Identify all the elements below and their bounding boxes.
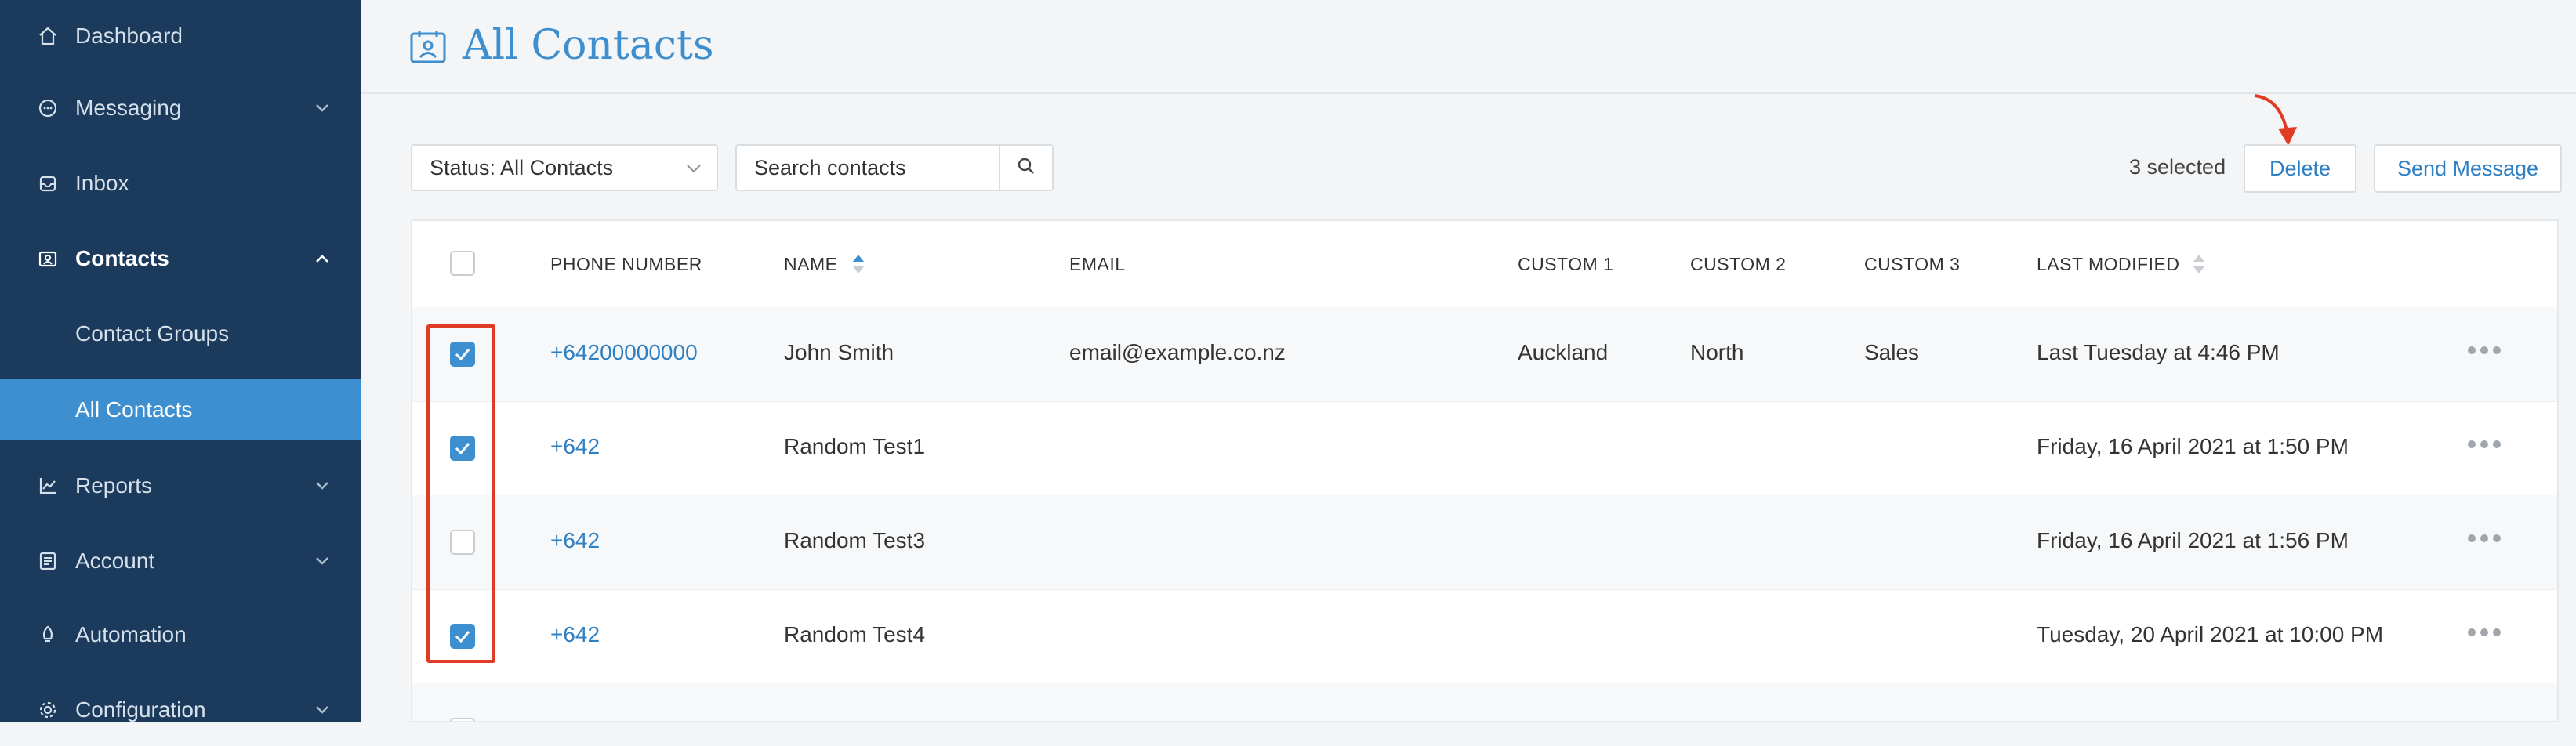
sidebar: Dashboard Messaging Inbox Contacts Conta… bbox=[0, 0, 361, 722]
table-row[interactable]: +642 Random Test3 Friday, 16 April 2021 … bbox=[412, 495, 2557, 590]
selected-count: 3 selected bbox=[2129, 155, 2226, 179]
sidebar-item-reports[interactable]: Reports bbox=[0, 450, 361, 522]
select-all-checkbox[interactable] bbox=[450, 251, 475, 276]
table-row[interactable]: +642 Random Test1 Friday, 16 April 2021 … bbox=[412, 401, 2557, 496]
sidebar-item-dashboard[interactable]: Dashboard bbox=[0, 0, 361, 72]
status-filter-value: Status: All Contacts bbox=[430, 155, 614, 179]
contact-email: email@example.co.nz bbox=[1069, 340, 1286, 364]
more-options-icon[interactable] bbox=[2468, 346, 2501, 354]
column-header-phone[interactable]: PHONE NUMBER bbox=[550, 254, 702, 275]
column-header-last-modified[interactable]: LAST MODIFIED bbox=[2037, 254, 2179, 275]
annotation-arrow bbox=[2254, 94, 2297, 146]
search-box bbox=[735, 144, 1054, 191]
page-title: All Contacts bbox=[463, 22, 714, 69]
chat-icon bbox=[36, 96, 60, 120]
rocket-icon bbox=[36, 623, 60, 646]
phone-number-link[interactable]: +642 bbox=[550, 434, 600, 459]
account-icon bbox=[36, 549, 60, 573]
annotation-highlight-box bbox=[426, 324, 495, 663]
column-header-name[interactable]: NAME bbox=[784, 254, 837, 275]
column-header-custom2[interactable]: CUSTOM 2 bbox=[1690, 254, 1786, 275]
chart-icon bbox=[36, 474, 60, 498]
sidebar-item-label: Configuration bbox=[75, 697, 206, 722]
contact-name: Random Test4 bbox=[784, 622, 926, 646]
sidebar-item-configuration[interactable]: Configuration bbox=[0, 674, 361, 746]
table-header: PHONE NUMBER NAME EMAIL CUSTOM 1 CUSTOM … bbox=[412, 221, 2557, 309]
gear-icon bbox=[36, 698, 60, 722]
contacts-table: PHONE NUMBER NAME EMAIL CUSTOM 1 CUSTOM … bbox=[411, 219, 2559, 722]
sidebar-item-label: Reports bbox=[75, 473, 153, 498]
contact-name: John Smith bbox=[784, 340, 894, 364]
sidebar-item-label: Inbox bbox=[75, 171, 129, 195]
last-modified: Friday, 16 April 2021 at 1:56 PM bbox=[2037, 528, 2349, 552]
row-checkbox[interactable] bbox=[450, 718, 475, 721]
sidebar-item-messaging[interactable]: Messaging bbox=[0, 72, 361, 144]
contacts-icon bbox=[36, 247, 60, 270]
sidebar-item-contact-groups[interactable]: Contact Groups bbox=[0, 298, 361, 370]
sidebar-item-label: Dashboard bbox=[75, 24, 183, 48]
sort-icon[interactable] bbox=[2192, 252, 2206, 276]
status-filter-select[interactable]: Status: All Contacts bbox=[411, 144, 718, 191]
contacts-icon bbox=[409, 28, 447, 64]
phone-number-link[interactable]: +642 bbox=[550, 622, 600, 647]
sort-icon[interactable] bbox=[851, 252, 865, 276]
phone-number-link[interactable]: +64200000000 bbox=[550, 340, 698, 365]
last-modified: Tuesday, 20 April 2021 at 10:00 PM bbox=[2037, 622, 2384, 646]
inbox-icon bbox=[36, 172, 60, 195]
chevron-down-icon bbox=[312, 98, 332, 118]
home-icon bbox=[36, 24, 60, 48]
sidebar-item-label: Messaging bbox=[75, 96, 182, 120]
more-options-icon[interactable] bbox=[2468, 440, 2501, 448]
sidebar-item-contacts[interactable]: Contacts bbox=[0, 223, 361, 295]
sidebar-item-label: Account bbox=[75, 549, 155, 573]
sidebar-item-automation[interactable]: Automation bbox=[0, 599, 361, 671]
sidebar-item-label: All Contacts bbox=[75, 397, 193, 422]
table-row[interactable]: +642 Random Test4 Tuesday, 20 April 2021… bbox=[412, 589, 2557, 684]
last-modified: Last Tuesday at 4:46 PM bbox=[2037, 340, 2280, 364]
column-header-email[interactable]: EMAIL bbox=[1069, 254, 1126, 275]
contact-name: Random Test1 bbox=[784, 434, 926, 458]
chevron-down-icon bbox=[312, 476, 332, 496]
chevron-up-icon bbox=[312, 248, 332, 269]
more-options-icon[interactable] bbox=[2468, 534, 2501, 542]
sidebar-item-account[interactable]: Account bbox=[0, 525, 361, 597]
search-input[interactable] bbox=[737, 146, 1013, 190]
table-row[interactable] bbox=[412, 683, 2557, 721]
more-options-icon[interactable] bbox=[2468, 628, 2501, 636]
sidebar-item-label: Contacts bbox=[75, 246, 169, 270]
chevron-down-icon bbox=[685, 158, 702, 183]
custom1-value: Auckland bbox=[1518, 340, 1609, 364]
sidebar-item-label: Automation bbox=[75, 622, 187, 646]
send-message-button[interactable]: Send Message bbox=[2374, 144, 2562, 193]
column-header-custom1[interactable]: CUSTOM 1 bbox=[1518, 254, 1613, 275]
last-modified: Friday, 16 April 2021 at 1:50 PM bbox=[2037, 434, 2349, 458]
column-header-custom3[interactable]: CUSTOM 3 bbox=[1864, 254, 1960, 275]
chevron-down-icon bbox=[312, 551, 332, 571]
search-icon bbox=[1016, 156, 1036, 180]
chevron-down-icon bbox=[312, 700, 332, 720]
sidebar-item-label: Contact Groups bbox=[75, 321, 230, 346]
custom3-value: Sales bbox=[1864, 340, 1920, 364]
search-button[interactable] bbox=[999, 146, 1052, 190]
page-header: All Contacts bbox=[361, 0, 2576, 94]
custom2-value: North bbox=[1690, 340, 1744, 364]
contact-name: Random Test3 bbox=[784, 528, 926, 552]
sidebar-item-inbox[interactable]: Inbox bbox=[0, 147, 361, 219]
phone-number-link[interactable]: +642 bbox=[550, 528, 600, 553]
table-row[interactable]: +64200000000 John Smith email@example.co… bbox=[412, 307, 2557, 402]
sidebar-item-all-contacts[interactable]: All Contacts bbox=[0, 379, 361, 440]
delete-button[interactable]: Delete bbox=[2244, 144, 2356, 193]
